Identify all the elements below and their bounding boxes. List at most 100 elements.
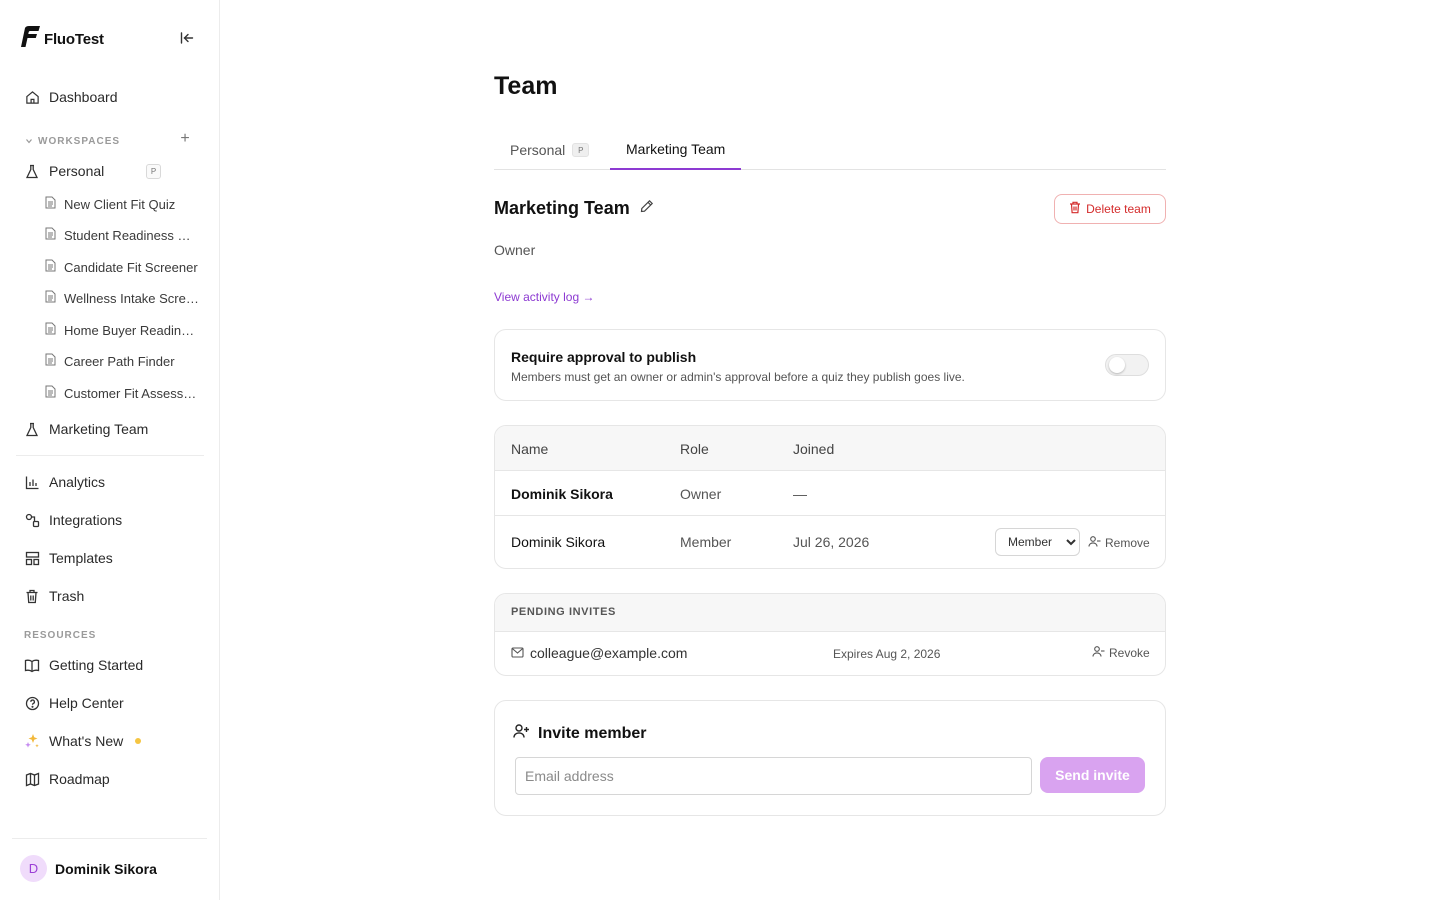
sidebar-item-label: Getting Started xyxy=(49,657,144,673)
sidebar-item-trash[interactable]: Trash xyxy=(24,585,84,607)
trash-icon xyxy=(24,588,40,604)
approval-description: Members must get an owner or admin's app… xyxy=(511,370,965,384)
map-icon xyxy=(24,771,40,787)
document-icon xyxy=(45,353,56,369)
sidebar-item-label: Trash xyxy=(49,588,85,604)
sidebar-item-marketing-team[interactable]: Marketing Team xyxy=(24,418,148,440)
templates-icon xyxy=(24,550,40,566)
toggle-knob xyxy=(1109,357,1125,373)
member-joined: Jul 26, 2026 xyxy=(793,534,870,550)
pending-invites-card: PENDING INVITES colleague@example.com Ex… xyxy=(494,593,1166,676)
chevron-down-icon xyxy=(25,132,33,150)
sidebar-item-label: What's New xyxy=(49,733,124,749)
email-address-input[interactable] xyxy=(515,757,1032,795)
sidebar-divider xyxy=(16,455,204,456)
approval-toggle[interactable] xyxy=(1105,354,1149,376)
sidebar-quiz-item[interactable]: Student Readiness Quiz xyxy=(45,227,200,243)
collapse-sidebar-icon[interactable] xyxy=(178,29,196,47)
pending-invites-heading: PENDING INVITES xyxy=(511,606,616,618)
sparkles-icon xyxy=(24,733,40,749)
quiz-title: Customer Fit Assessment xyxy=(64,385,200,401)
member-joined: — xyxy=(793,486,807,502)
sidebar-quiz-item[interactable]: Home Buyer Readiness xyxy=(45,322,200,338)
invite-member-card: Invite member Send invite xyxy=(494,700,1166,816)
sidebar-quiz-item[interactable]: Career Path Finder xyxy=(45,353,200,369)
tab-marketing-team[interactable]: Marketing Team xyxy=(610,130,742,170)
member-name: Dominik Sikora xyxy=(511,486,613,502)
sidebar-item-help-center[interactable]: Help Center xyxy=(24,692,124,714)
workspaces-toggle[interactable]: WORKSPACES xyxy=(25,132,120,150)
sidebar-item-label: Dashboard xyxy=(49,89,118,105)
document-icon xyxy=(45,385,56,401)
member-role-select[interactable]: Member Admin xyxy=(995,528,1080,556)
page-title: Team xyxy=(494,72,558,100)
mail-icon xyxy=(511,645,524,661)
user-profile[interactable]: D Dominik Sikora xyxy=(20,855,157,882)
document-icon xyxy=(45,290,56,306)
invite-email-address: colleague@example.com xyxy=(530,645,688,661)
invite-member-heading: Invite member xyxy=(513,723,646,744)
invite-expiry: Expires Aug 2, 2026 xyxy=(833,647,941,661)
column-header-role: Role xyxy=(680,441,709,457)
team-name: Marketing Team xyxy=(494,198,630,218)
sidebar-item-getting-started[interactable]: Getting Started xyxy=(24,654,143,676)
quiz-title: Student Readiness Quiz xyxy=(64,227,200,243)
sidebar-item-label: Personal xyxy=(49,163,105,179)
delete-team-label: Delete team xyxy=(1086,202,1151,216)
column-header-joined: Joined xyxy=(793,441,835,457)
team-name-heading: Marketing Team xyxy=(494,198,654,219)
approval-setting-card: Require approval to publish Members must… xyxy=(494,329,1166,401)
user-minus-icon xyxy=(1092,645,1105,661)
pencil-icon[interactable] xyxy=(640,199,654,218)
sidebar-item-personal[interactable]: Personal P xyxy=(24,160,161,182)
user-plus-icon xyxy=(513,723,530,744)
sidebar-item-templates[interactable]: Templates xyxy=(24,547,113,569)
quiz-title: New Client Fit Quiz xyxy=(64,196,176,212)
delete-team-button[interactable]: Delete team xyxy=(1054,194,1166,224)
sidebar-quiz-item[interactable]: Wellness Intake Screener xyxy=(45,290,200,306)
view-activity-log-link[interactable]: View activity log → xyxy=(494,290,594,304)
flask-icon xyxy=(24,421,40,437)
member-role: Owner xyxy=(680,486,722,502)
invite-title: Invite member xyxy=(538,724,647,742)
bar-chart-icon xyxy=(24,474,40,490)
resources-label: RESOURCES xyxy=(24,630,97,641)
sidebar-item-dashboard[interactable]: Dashboard xyxy=(24,86,118,108)
tab-label: Marketing Team xyxy=(626,141,726,157)
remove-member-button[interactable]: Remove xyxy=(1088,535,1150,551)
revoke-invite-button[interactable]: Revoke xyxy=(1092,645,1150,661)
document-icon xyxy=(45,322,56,338)
app-name: FluoTest xyxy=(44,31,104,48)
fluotest-logo-icon xyxy=(19,25,41,54)
remove-label: Remove xyxy=(1105,536,1150,550)
sidebar-item-roadmap[interactable]: Roadmap xyxy=(24,768,110,790)
sidebar-item-label: Marketing Team xyxy=(49,421,149,437)
send-invite-button[interactable]: Send invite xyxy=(1040,757,1145,793)
invite-email: colleague@example.com xyxy=(511,645,687,661)
team-tabs: Personal P Marketing Team xyxy=(494,130,1166,170)
home-icon xyxy=(24,89,40,105)
current-user-role: Owner xyxy=(494,242,536,258)
sidebar-item-whats-new[interactable]: What's New xyxy=(24,730,142,752)
sidebar-item-label: Templates xyxy=(49,550,113,566)
table-header: Name Role Joined xyxy=(495,426,1165,471)
quiz-title: Candidate Fit Screener xyxy=(64,259,198,275)
book-icon xyxy=(24,657,40,673)
sidebar-item-label: Integrations xyxy=(49,512,123,528)
tab-personal[interactable]: Personal P xyxy=(510,130,590,170)
add-workspace-button[interactable]: + xyxy=(177,131,193,147)
sidebar-item-integrations[interactable]: Integrations xyxy=(24,509,122,531)
integrations-icon xyxy=(24,512,40,528)
flask-icon xyxy=(24,163,40,179)
sidebar-quiz-item[interactable]: Candidate Fit Screener xyxy=(45,259,200,275)
sidebar-item-analytics[interactable]: Analytics xyxy=(24,471,105,493)
sidebar-quiz-item[interactable]: Customer Fit Assessment xyxy=(45,385,200,401)
logo[interactable]: FluoTest xyxy=(19,25,104,54)
sidebar-quiz-item[interactable]: New Client Fit Quiz xyxy=(45,196,200,212)
user-minus-icon xyxy=(1088,535,1101,551)
user-name: Dominik Sikora xyxy=(55,860,157,877)
personal-badge: P xyxy=(146,163,161,179)
revoke-label: Revoke xyxy=(1109,646,1150,660)
workspaces-label: WORKSPACES xyxy=(38,135,121,147)
quiz-title: Home Buyer Readiness xyxy=(64,322,200,338)
